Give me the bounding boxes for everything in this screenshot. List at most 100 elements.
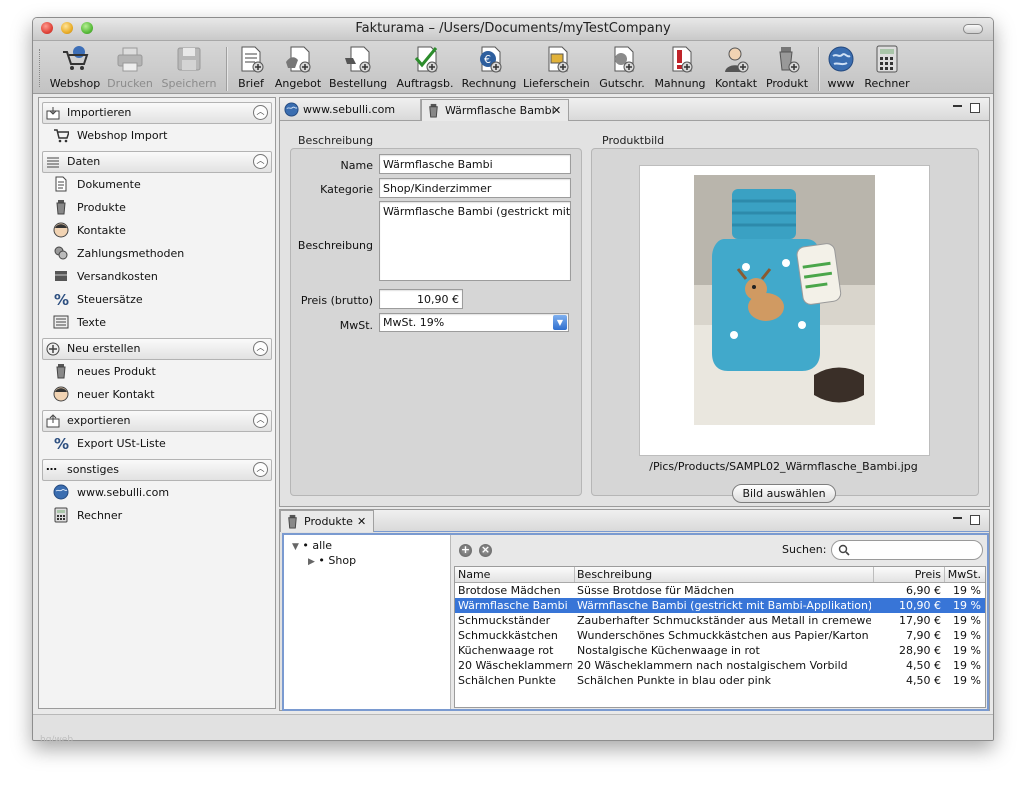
contact-icon bbox=[53, 386, 69, 402]
letter-label: Brief bbox=[238, 77, 264, 90]
contact-button[interactable]: Kontakt bbox=[712, 44, 760, 90]
section-importieren[interactable]: Importieren ︿ bbox=[42, 102, 272, 124]
table-row[interactable]: 20 Wäscheklammern 20 Wäscheklammern nach… bbox=[455, 658, 985, 673]
sidebar-item-label: Versandkosten bbox=[77, 270, 158, 283]
description-textarea[interactable]: Wärmflasche Bambi (gestrickt mit Ba bbox=[379, 201, 571, 281]
printer-icon bbox=[117, 47, 143, 72]
vat-select[interactable]: MwSt. 19% ▼ bbox=[379, 313, 569, 332]
invoice-button[interactable]: € Rechnung bbox=[460, 44, 518, 90]
maximize-panel-icon[interactable] bbox=[970, 103, 980, 113]
section-sonstiges[interactable]: … sonstiges ︿ bbox=[42, 459, 272, 481]
product-icon bbox=[429, 103, 438, 118]
sidebar-item-rechner[interactable]: Rechner bbox=[39, 504, 275, 527]
minimize-panel-icon[interactable] bbox=[953, 517, 962, 519]
table-row[interactable]: Schälchen Punkte Schälchen Punkte in bla… bbox=[455, 673, 985, 688]
column-header-price[interactable]: Preis bbox=[877, 568, 941, 581]
collapse-icon[interactable]: ︿ bbox=[253, 413, 268, 428]
sidebar-item-neues-produkt[interactable]: neues Produkt bbox=[39, 360, 275, 383]
sidebar-item-dokumente[interactable]: Dokumente bbox=[39, 173, 275, 196]
cell-name: Schmuckständer bbox=[458, 614, 551, 627]
category-field[interactable]: Shop/Kinderzimmer bbox=[379, 178, 571, 198]
dunning-button[interactable]: Mahnung bbox=[652, 44, 708, 90]
category-label: Kategorie bbox=[320, 183, 373, 196]
description-label: Beschreibung bbox=[297, 239, 373, 252]
name-label: Name bbox=[340, 159, 373, 172]
sidebar-item-label: www.sebulli.com bbox=[77, 486, 170, 499]
close-tab-icon[interactable]: ✕ bbox=[552, 104, 561, 117]
sidebar-item-produkte[interactable]: Produkte bbox=[39, 196, 275, 219]
delivery-note-button[interactable]: Lieferschein bbox=[523, 44, 590, 90]
sidebar-item-versandkosten[interactable]: Versandkosten bbox=[39, 265, 275, 288]
tab-www-sebulli[interactable]: www.sebulli.com bbox=[280, 99, 421, 120]
toolbar-toggle-button[interactable] bbox=[963, 24, 983, 34]
tree-node-alle[interactable]: ▼ • alle bbox=[292, 539, 332, 552]
column-header-name[interactable]: Name bbox=[458, 568, 490, 581]
order-button[interactable]: Bestellung bbox=[329, 44, 387, 90]
globe-icon bbox=[53, 484, 69, 500]
cell-vat: 19 % bbox=[953, 629, 981, 642]
table-row-selected[interactable]: Wärmflasche Bambi Wärmflasche Bambi (ges… bbox=[455, 598, 985, 613]
sidebar-item-kontakte[interactable]: Kontakte bbox=[39, 219, 275, 242]
tree-node-shop[interactable]: ▶ • Shop bbox=[308, 554, 356, 567]
price-field[interactable]: 10,90 € bbox=[379, 289, 463, 309]
close-tab-icon[interactable]: ✕ bbox=[357, 515, 366, 528]
product-button[interactable]: Produkt bbox=[764, 44, 810, 90]
sidebar-item-texte[interactable]: Texte bbox=[39, 311, 275, 334]
delete-product-button[interactable]: × bbox=[479, 544, 492, 557]
document-icon bbox=[55, 176, 67, 192]
tab-waermflasche-bambi[interactable]: Wärmflasche Bambi ✕ bbox=[421, 99, 569, 121]
vat-label: MwSt. bbox=[339, 319, 373, 332]
description-group-label: Beschreibung bbox=[298, 134, 374, 147]
minimize-panel-icon[interactable] bbox=[953, 105, 962, 107]
sidebar-item-www[interactable]: www.sebulli.com bbox=[39, 481, 275, 504]
collapse-icon[interactable]: ︿ bbox=[253, 105, 268, 120]
webshop-button[interactable]: Webshop bbox=[49, 44, 101, 90]
choose-image-button[interactable]: Bild auswählen bbox=[732, 484, 836, 503]
cell-description: Wärmflasche Bambi (gestrickt mit Bambi-A… bbox=[577, 599, 871, 612]
section-exportieren[interactable]: exportieren ︿ bbox=[42, 410, 272, 432]
name-field[interactable]: Wärmflasche Bambi bbox=[379, 154, 571, 174]
table-row[interactable]: Schmuckkästchen Wunderschönes Schmuckkäs… bbox=[455, 628, 985, 643]
collapse-icon[interactable]: ︿ bbox=[253, 462, 268, 477]
tab-produkte[interactable]: Produkte ✕ bbox=[280, 510, 374, 532]
sidebar-item-label: Webshop Import bbox=[77, 129, 168, 142]
print-button[interactable]: Drucken bbox=[105, 44, 155, 90]
svg-text:%: % bbox=[54, 291, 69, 307]
cell-description: 20 Wäscheklammern nach nostalgischem Vor… bbox=[577, 659, 848, 672]
table-row[interactable]: Brotdose Mädchen Süsse Brotdose für Mädc… bbox=[455, 583, 985, 598]
maximize-panel-icon[interactable] bbox=[970, 515, 980, 525]
credit-note-button[interactable]: Gutschr. bbox=[596, 44, 648, 90]
cell-name: Küchenwaage rot bbox=[458, 644, 554, 657]
table-row[interactable]: Schmuckständer Zauberhafter Schmuckständ… bbox=[455, 613, 985, 628]
confirmation-button[interactable]: Auftragsb. bbox=[393, 44, 457, 90]
section-neu-erstellen[interactable]: Neu erstellen ︿ bbox=[42, 338, 272, 360]
letter-button[interactable]: Brief bbox=[233, 44, 269, 90]
www-button[interactable]: www bbox=[823, 44, 859, 90]
sidebar-item-steuersaetze[interactable]: % Steuersätze bbox=[39, 288, 275, 311]
save-button[interactable]: Speichern bbox=[161, 44, 217, 90]
sidebar-item-neuer-kontakt[interactable]: neuer Kontakt bbox=[39, 383, 275, 406]
percent-icon: % bbox=[54, 435, 69, 451]
product-icon bbox=[56, 200, 66, 215]
products-panel: Produkte ✕ ▼ • alle ▶ • Shop + × Suchen:… bbox=[279, 509, 990, 711]
sidebar-item-webshop-import[interactable]: Webshop Import bbox=[39, 124, 275, 147]
section-daten[interactable]: Daten ︿ bbox=[42, 151, 272, 173]
sidebar-item-export-ust-liste[interactable]: % Export USt-Liste bbox=[39, 432, 275, 455]
toolbar-grip bbox=[39, 49, 43, 87]
sidebar-item-zahlungsmethoden[interactable]: Zahlungsmethoden bbox=[39, 242, 275, 265]
section-title: exportieren bbox=[67, 414, 131, 427]
search-input[interactable] bbox=[831, 540, 983, 560]
column-header-description[interactable]: Beschreibung bbox=[577, 568, 652, 581]
table-row[interactable]: Küchenwaage rot Nostalgische Küchenwaage… bbox=[455, 643, 985, 658]
offer-button[interactable]: Angebot bbox=[274, 44, 322, 90]
collapse-icon[interactable]: ︿ bbox=[253, 341, 268, 356]
add-product-button[interactable]: + bbox=[459, 544, 472, 557]
data-icon bbox=[47, 157, 59, 168]
calculator-button[interactable]: Rechner bbox=[863, 44, 911, 90]
svg-text:%: % bbox=[54, 435, 69, 451]
column-header-vat[interactable]: MwSt. bbox=[947, 568, 981, 581]
product-label: Produkt bbox=[765, 77, 809, 90]
collapse-icon[interactable]: ︿ bbox=[253, 154, 268, 169]
search-label: Suchen: bbox=[782, 543, 827, 556]
calculator-icon bbox=[54, 507, 68, 523]
